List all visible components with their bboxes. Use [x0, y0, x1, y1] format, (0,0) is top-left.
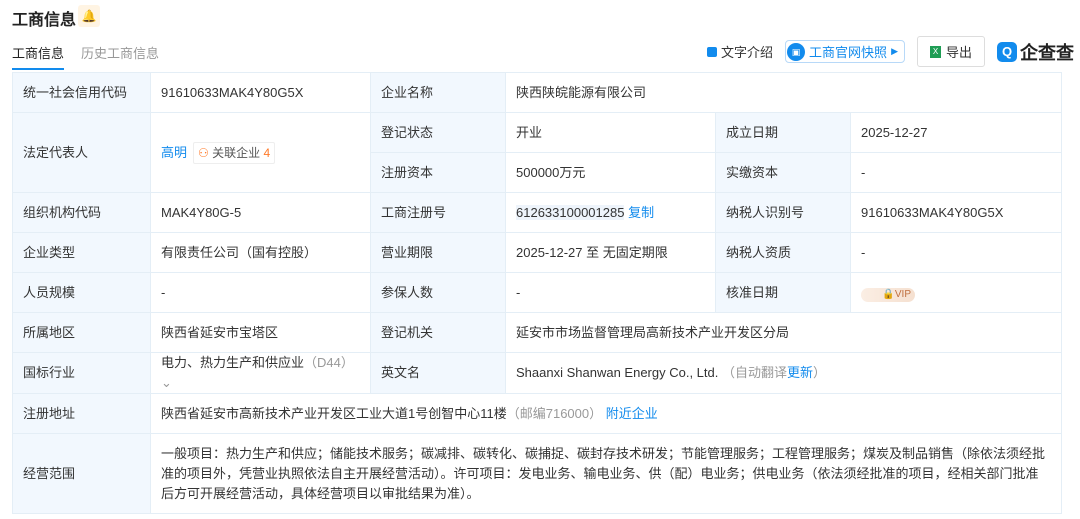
snapshot-icon: ▣ [787, 42, 806, 61]
network-icon: ⚇ [198, 145, 209, 160]
snapshot-label: 工商官网快照 [809, 45, 888, 60]
reg-no-cell: 612633100001285 复制 [505, 192, 716, 233]
legal-rep-link[interactable]: 高明 [161, 145, 187, 160]
industry: 电力、热力生产和供应业 [161, 355, 305, 370]
english-name-cell: Shaanxi Shanwan Energy Co., Ltd. （自动翻译更新… [505, 352, 1062, 394]
est-date: 2025-12-27 [850, 112, 1062, 153]
approve-date-cell: 🔒VIP [850, 272, 1062, 313]
staff-size: - [150, 272, 371, 313]
document-icon [707, 46, 718, 57]
section-title: 工商信息 [12, 12, 77, 29]
export-label: 导出 [945, 45, 972, 60]
label: 参保人数 [370, 272, 506, 313]
authority: 延安市市场监督管理局高新技术产业开发区分局 [505, 312, 1062, 353]
label: 登记机关 [370, 312, 506, 353]
paren: ） [813, 365, 827, 380]
chevron-down-icon[interactable]: ⌄ [161, 375, 172, 390]
label: 经营范围 [12, 433, 151, 514]
reg-no: 612633100001285 [516, 204, 625, 220]
export-button[interactable]: X 导出 [916, 36, 985, 67]
industry-cell[interactable]: 电力、热力生产和供应业（D44） ⌄ [150, 352, 371, 394]
address-cell: 陕西省延安市高新技术产业开发区工业大道1号创智中心11楼（邮编716000） 附… [150, 393, 1062, 434]
bell-icon[interactable]: 🔔 [78, 5, 100, 27]
related-label: 关联企业 [212, 145, 261, 160]
excel-icon: X [929, 45, 941, 58]
english-name: Shaanxi Shanwan Energy Co., Ltd. [516, 365, 719, 380]
company-type: 有限责任公司（国有控股） [150, 232, 371, 273]
related-companies-button[interactable]: ⚇ 关联企业 4 [193, 141, 276, 164]
label: 企业名称 [370, 72, 506, 113]
credit-code: 91610633MAK4Y80G5X [150, 72, 371, 113]
snapshot-button[interactable]: ▣ 工商官网快照 ▶ [785, 40, 905, 63]
tab-business-info[interactable]: 工商信息 [12, 43, 65, 70]
label: 人员规模 [12, 272, 151, 313]
label: 法定代表人 [12, 112, 151, 193]
tax-id: 91610633MAK4Y80G5X [850, 192, 1062, 233]
label: 实缴资本 [715, 152, 851, 193]
region: 陕西省延安市宝塔区 [150, 312, 371, 353]
industry-code: （D44） [304, 355, 354, 370]
logo-text: 企查查 [1020, 42, 1074, 63]
business-scope: 一般项目：热力生产和供应；储能技术服务；碳减排、碳转化、碳捕捉、碳封存技术研发；… [150, 433, 1062, 514]
address: 陕西省延安市高新技术产业开发区工业大道1号创智中心11楼 [161, 405, 507, 421]
related-count: 4 [263, 145, 271, 160]
nearby-companies-link[interactable]: 附近企业 [606, 406, 658, 421]
postcode: （邮编716000） [506, 405, 603, 421]
paid-capital: - [850, 152, 1062, 193]
caret-right-icon: ▶ [891, 46, 898, 56]
label: 营业期限 [370, 232, 506, 273]
update-link[interactable]: 更新 [787, 365, 813, 380]
label: 成立日期 [715, 112, 851, 153]
label: 纳税人识别号 [715, 192, 851, 233]
insured-count: - [505, 272, 716, 313]
logo-icon: Q [997, 41, 1017, 62]
copy-button[interactable]: 复制 [628, 205, 654, 220]
tax-qualification: - [850, 232, 1062, 273]
business-term: 2025-12-27 至 无固定期限 [505, 232, 716, 273]
lock-icon: 🔒 [882, 288, 895, 300]
label: 登记状态 [370, 112, 506, 153]
label: 企业类型 [12, 232, 151, 273]
label: 纳税人资质 [715, 232, 851, 273]
text-intro-label: 文字介绍 [721, 45, 774, 60]
label: 工商注册号 [370, 192, 506, 233]
label: 注册地址 [12, 393, 151, 434]
vip-label: VIP [894, 288, 911, 300]
label: 组织机构代码 [12, 192, 151, 233]
logo: Q 企查查 [997, 39, 1074, 65]
label: 国标行业 [12, 352, 151, 394]
label: 所属地区 [12, 312, 151, 353]
legal-rep-cell: 高明 ⚇ 关联企业 4 [150, 112, 371, 193]
label: 核准日期 [715, 272, 851, 313]
company-name: 陕西陕皖能源有限公司 [505, 72, 1062, 113]
tab-history-info[interactable]: 历史工商信息 [81, 43, 159, 62]
label: 注册资本 [370, 152, 506, 193]
vip-lock-button[interactable]: 🔒VIP [861, 287, 915, 302]
status: 开业 [505, 112, 716, 153]
org-code: MAK4Y80G-5 [150, 192, 371, 233]
capital: 500000万元 [505, 152, 716, 193]
auto-translate-label: （自动翻译 [721, 365, 787, 380]
label: 英文名 [370, 352, 506, 394]
text-intro-button[interactable]: 文字介绍 [707, 42, 773, 61]
business-info-table: 统一社会信用代码 91610633MAK4Y80G5X 企业名称 陕西陕皖能源有… [12, 72, 1062, 514]
label: 统一社会信用代码 [12, 72, 151, 113]
